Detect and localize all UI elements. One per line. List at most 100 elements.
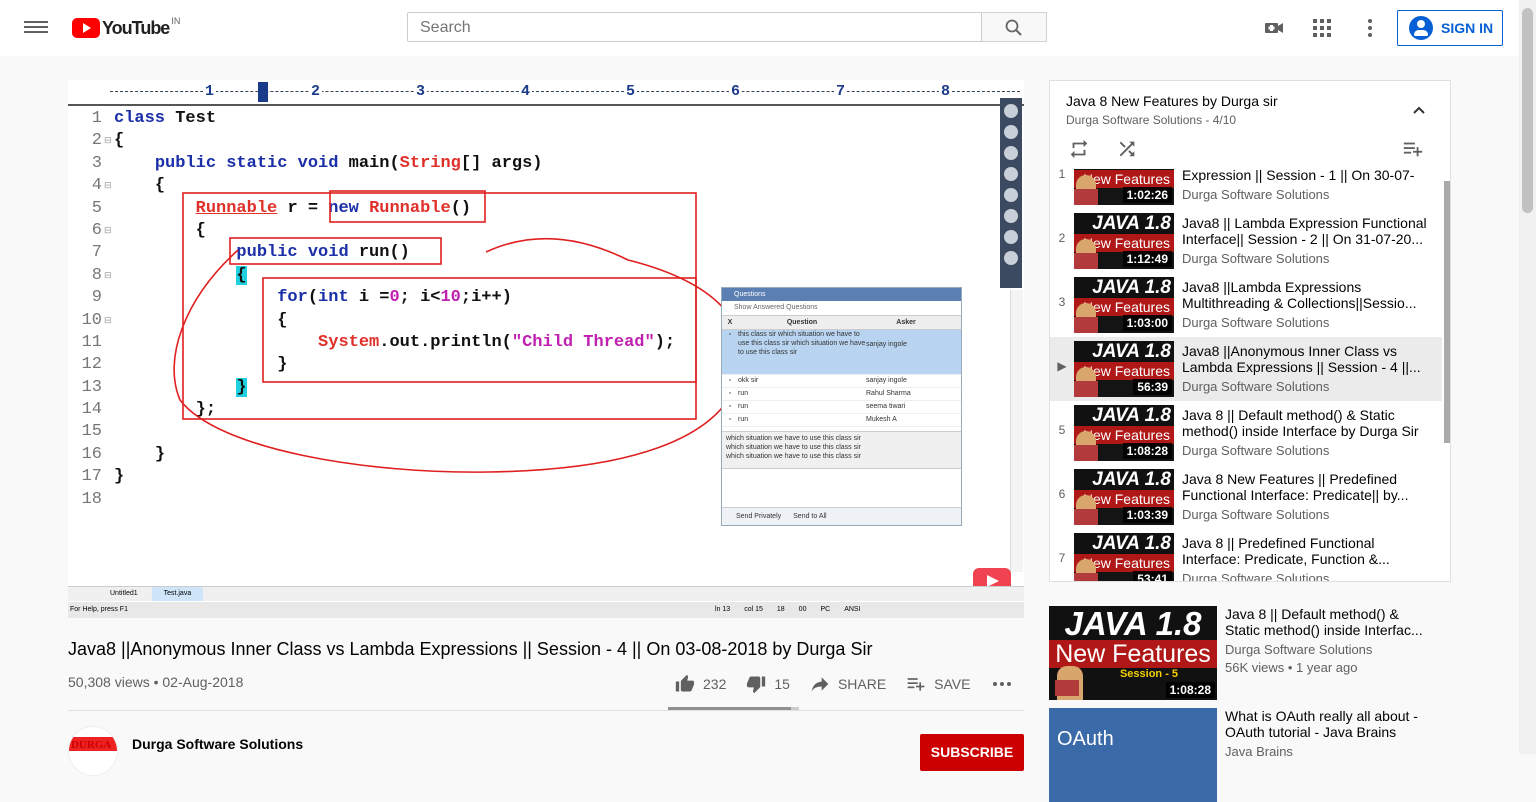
playlist-item-title[interactable]: Java 8 || Default method() & Static meth… [1182,407,1432,439]
duration-badge: 53:41 [1133,571,1172,581]
more-actions-button[interactable] [990,672,1022,696]
editor-tab: Untitled1 [110,590,138,597]
playlist-item-channel: Durga Software Solutions [1182,571,1330,582]
questions-header: Questions [722,288,961,301]
duration-badge: 1:08:28 [1165,682,1215,698]
send-to-all-button[interactable]: Send to All [793,508,826,525]
question-row[interactable]: ▫ run Rahul Sharma [722,388,961,401]
create-video-icon[interactable] [1262,16,1286,40]
chevron-up-icon[interactable] [1412,105,1426,115]
playlist-item[interactable]: 2 JAVA 1.8 New Features 1:12:49 Java8 || L… [1050,209,1442,273]
save-button[interactable]: SAVE [906,674,970,694]
playlist-item[interactable]: 7 JAVA 1.8 New Features 53:41 Java 8 || Pr… [1050,529,1442,582]
video-thumbnail[interactable]: JAVA 1.8 New Features 56:39 [1074,341,1174,397]
video-thumbnail[interactable]: JAVA 1.8 New Features 1:08:28 [1074,405,1174,461]
playlist-item[interactable]: 5 JAVA 1.8 New Features 1:08:28 Java 8 || … [1050,401,1442,465]
save-label: SAVE [934,676,971,692]
scrollbar-thumb[interactable] [1522,8,1533,213]
sign-in-label: SIGN IN [1441,20,1494,36]
editor-status-bar: For Help, press F1 ln 13 col 15 18 00 PC… [68,602,1024,618]
page-scrollbar[interactable] [1519,0,1536,754]
like-button[interactable]: 232 [675,674,726,694]
apps-grid-icon[interactable] [1310,16,1334,40]
more-vert-icon[interactable] [1358,16,1382,40]
playlist-item-title[interactable]: Java8 || Lambda Expression Functional In… [1182,215,1432,247]
send-privately-button[interactable]: Send Privately [736,508,781,525]
dislike-count: 15 [774,676,790,692]
account-circle-icon [1409,16,1433,40]
sign-in-button[interactable]: SIGN IN [1397,10,1503,46]
playlist-item-title[interactable]: Java 8 || Predefined Functional Interfac… [1182,535,1432,567]
subscribe-button[interactable]: SUBSCRIBE [920,734,1024,771]
search-input[interactable] [418,13,975,43]
video-thumbnail[interactable]: JAVA 1.8 New Features 1:12:49 [1074,213,1174,269]
duration-badge: 1:02:26 [1122,187,1172,203]
playlist-subtitle[interactable]: Durga Software Solutions - 4/10 [1066,113,1236,127]
recommended-video-channel[interactable]: Durga Software Solutions [1225,642,1372,657]
recommended-video-meta: 56K views • 1 year ago [1225,660,1358,675]
recommended-video[interactable]: JAVA 1.8 New Features Session - 5 1:08:2… [1049,606,1451,700]
playlist-item-channel: Durga Software Solutions [1182,379,1330,394]
video-thumbnail[interactable]: JAVA 1.8 New Features Session - 5 1:08:2… [1049,606,1217,700]
video-thumbnail[interactable]: JAVA 1.8 New Features 53:41 [1074,533,1174,581]
question-row[interactable]: ▫ okk sir sanjay ingole [722,375,961,388]
playlist-item-channel: Durga Software Solutions [1182,315,1330,330]
hamburger-menu-icon[interactable] [24,18,48,38]
playlist-item-title[interactable]: Java 8 New Features || Predefined Functi… [1182,471,1432,503]
playlist-scrollbar[interactable] [1444,181,1450,443]
recommended-video[interactable]: OAuth What is OAuth really all about - O… [1049,708,1451,802]
question-input[interactable] [722,469,961,499]
duration-badge: 1:08:28 [1122,443,1172,459]
channel-avatar[interactable]: DURGA [68,726,118,776]
question-row[interactable]: ▫ this class sir which situation we have … [722,330,961,375]
answer-preview: which situation we have to use this clas… [722,431,961,469]
channel-name[interactable]: Durga Software Solutions [132,736,303,752]
save-playlist-icon[interactable] [1402,138,1424,160]
playlist-item-channel: Durga Software Solutions [1182,443,1330,458]
share-button[interactable]: SHARE [810,674,886,694]
search-icon [1005,19,1022,36]
more-horiz-icon [993,682,1012,686]
thumbs-down-icon [747,676,766,694]
duration-badge: 1:03:00 [1122,315,1172,331]
divider [68,710,1024,711]
duration-badge: 1:12:49 [1122,251,1172,267]
question-row[interactable]: ▫ run Mukesh A [722,414,961,427]
playlist-item-current[interactable]: ▶ JAVA 1.8 New Features 56:39 Java8 ||Anon… [1050,337,1442,401]
video-thumbnail[interactable]: JAVA 1.8 New Features 1:03:39 [1074,469,1174,525]
playlist-item[interactable]: 6 JAVA 1.8 New Features 1:03:39 Java 8 New… [1050,465,1442,529]
shuffle-icon[interactable] [1116,138,1138,160]
presenter-toolbar[interactable] [1000,98,1022,288]
duration-badge: 56:39 [1133,379,1172,395]
question-row[interactable]: ▫ run seema tiwari [722,401,961,414]
search-box [407,12,982,43]
playlist-panel: Java 8 New Features by Durga sir Durga S… [1049,80,1451,582]
video-thumbnail[interactable]: JAVA 1.8New Features1:02:26 [1074,169,1174,205]
playlist-items: 1 JAVA 1.8New Features1:02:26 Java 8 New… [1050,169,1450,582]
recommended-video-title[interactable]: What is OAuth really all about - OAuth t… [1225,708,1435,740]
playlist-item-title[interactable]: Java8 ||Lambda Expressions Multithreadin… [1182,279,1432,311]
share-label: SHARE [837,676,887,692]
recommended-video-channel[interactable]: Java Brains [1225,744,1293,759]
loop-icon[interactable] [1068,138,1090,160]
editor-scrollbar [1010,290,1023,572]
playlist-item-title[interactable]: Java8 ||Anonymous Inner Class vs Lambda … [1182,343,1432,375]
playlist-item-title[interactable]: Java 8 New Features || Lambda Expression… [1182,169,1432,183]
playlist-title[interactable]: Java 8 New Features by Durga sir [1066,93,1278,109]
video-thumbnail[interactable]: JAVA 1.8 New Features 1:03:00 [1074,277,1174,333]
video-player[interactable]: 1 2 3 4 5 6 7 8 1 class Test 2 ⊟{ 3 public… [68,80,1024,618]
playlist-item[interactable]: 1 JAVA 1.8New Features1:02:26 Java 8 New… [1050,169,1442,209]
playlist-item[interactable]: 3 JAVA 1.8 New Features 1:03:00 Java8 ||La… [1050,273,1442,337]
playlist-item-channel: Durga Software Solutions [1182,187,1330,202]
search-button[interactable] [982,12,1047,42]
youtube-logo[interactable]: YouTube IN [72,16,180,38]
show-answered-checkbox[interactable]: Show Answered Questions [722,301,961,315]
recommended-video-title[interactable]: Java 8 || Default method() & Static meth… [1225,606,1435,638]
playlist-add-icon [907,678,925,691]
video-thumbnail[interactable]: OAuth [1049,708,1217,802]
logo-text: YouTube [102,17,170,38]
like-count: 232 [703,676,727,692]
editor-tab: Test.java [151,587,204,601]
dislike-button[interactable]: 15 [746,674,790,694]
duration-badge: 1:03:39 [1122,507,1172,523]
